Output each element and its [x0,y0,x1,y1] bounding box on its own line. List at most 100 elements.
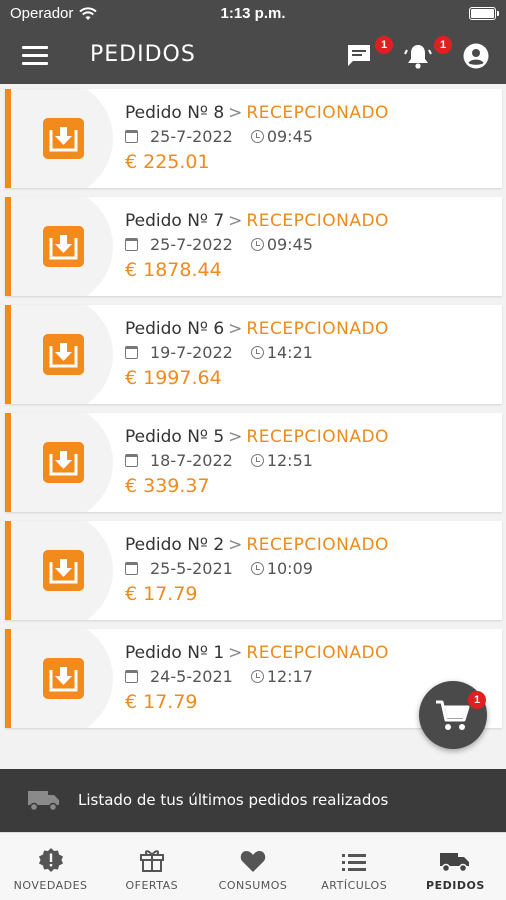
order-datetime: 24-5-2021 12:17 [125,667,313,686]
page-title: PEDIDOS [90,42,196,67]
shopping-cart-icon [436,700,470,730]
clock-icon [250,454,264,467]
calendar-icon [125,670,138,683]
alert-badge-icon [38,848,63,872]
heart-icon [240,851,266,872]
order-status: RECEPCIONADO [246,211,389,231]
order-time: 12:51 [266,451,313,470]
profile-button[interactable] [462,40,494,72]
order-label: Pedido Nº 7 [125,211,225,231]
calendar-icon [125,130,138,143]
nav-label: PEDIDOS [426,879,485,892]
inbox-download-icon [43,550,84,591]
order-datetime: 25-7-2022 09:45 [125,235,313,254]
order-amount: € 1878.44 [125,259,222,281]
cart-button[interactable]: 1 [419,681,487,749]
order-label: Pedido Nº 6 [125,319,225,339]
nav-label: ARTÍCULOS [321,879,388,892]
order-datetime: 25-5-2021 10:09 [125,559,313,578]
order-title: Pedido Nº 5 > RECEPCIONADO [125,427,389,447]
notifications-badge: 1 [434,36,452,54]
order-date: 18-7-2022 [150,451,233,470]
order-card[interactable]: Pedido Nº 7 > RECEPCIONADO 25-7-2022 09:45 … [5,197,502,296]
chevron-right-icon: > [228,535,243,555]
order-label: Pedido Nº 1 [125,643,225,663]
inbox-download-icon [43,658,84,699]
chevron-right-icon: > [228,427,243,447]
nav-ofertas[interactable]: OFERTAS [101,833,202,900]
info-text: Listado de tus últimos pedidos realizado… [78,791,389,809]
nav-articulos[interactable]: ARTÍCULOS [304,833,405,900]
clock-icon [250,346,264,359]
order-status: RECEPCIONADO [246,103,389,123]
order-status: RECEPCIONADO [246,535,389,555]
notifications-button[interactable]: 1 [403,36,452,72]
order-date: 24-5-2021 [150,667,233,686]
clock-icon [250,562,264,575]
info-bar: Listado de tus últimos pedidos realizado… [0,769,506,832]
order-time: 09:45 [266,127,313,146]
order-date: 25-7-2022 [150,235,233,254]
order-card[interactable]: Pedido Nº 6 > RECEPCIONADO 19-7-2022 14:21 … [5,305,502,404]
order-amount: € 339.37 [125,475,210,497]
nav-pedidos[interactable]: PEDIDOS [405,833,506,900]
order-datetime: 25-7-2022 09:45 [125,127,313,146]
order-date: 19-7-2022 [150,343,233,362]
calendar-icon [125,238,138,251]
chevron-right-icon: > [228,643,243,663]
order-datetime: 18-7-2022 12:51 [125,451,313,470]
status-bar: Operador 1:13 p.m. [0,0,506,28]
bell-icon [404,45,432,69]
hamburger-menu-icon[interactable] [22,46,48,66]
order-label: Pedido Nº 2 [125,535,225,555]
order-status: RECEPCIONADO [246,643,389,663]
chevron-right-icon: > [228,319,243,339]
order-time: 14:21 [266,343,313,362]
battery-icon [469,7,499,20]
messages-button[interactable]: 1 [345,36,393,72]
order-card[interactable]: Pedido Nº 2 > RECEPCIONADO 25-5-2021 10:09 … [5,521,502,620]
inbox-download-icon [43,226,84,267]
nav-label: NOVEDADES [13,879,88,892]
nav-consumos[interactable]: CONSUMOS [202,833,303,900]
messages-badge: 1 [375,36,393,54]
order-title: Pedido Nº 6 > RECEPCIONADO [125,319,389,339]
order-label: Pedido Nº 5 [125,427,225,447]
truck-icon [28,791,59,811]
order-time: 09:45 [266,235,313,254]
inbox-download-icon [43,442,84,483]
app-header: PEDIDOS 1 1 [0,28,506,84]
order-status: RECEPCIONADO [246,319,389,339]
order-amount: € 17.79 [125,691,198,713]
nav-label: OFERTAS [125,879,179,892]
order-card[interactable]: Pedido Nº 8 > RECEPCIONADO 25-7-2022 09:45 … [5,89,502,188]
chevron-right-icon: > [228,211,243,231]
calendar-icon [125,562,138,575]
order-title: Pedido Nº 2 > RECEPCIONADO [125,535,389,555]
order-amount: € 17.79 [125,583,198,605]
nav-label: CONSUMOS [218,879,288,892]
nav-novedades[interactable]: NOVEDADES [0,833,101,900]
bottom-nav: NOVEDADES OFERTAS CONSUMOS ARTÍCULOS PED… [0,832,506,900]
order-title: Pedido Nº 1 > RECEPCIONADO [125,643,389,663]
cart-badge: 1 [468,691,486,709]
order-title: Pedido Nº 7 > RECEPCIONADO [125,211,389,231]
gift-icon [139,850,164,872]
truck-icon [440,853,470,873]
list-icon [342,854,367,871]
order-time: 12:17 [266,667,313,686]
clock-icon [250,670,264,683]
clock: 1:13 p.m. [220,5,286,22]
order-title: Pedido Nº 8 > RECEPCIONADO [125,103,389,123]
order-amount: € 225.01 [125,151,210,173]
calendar-icon [125,346,138,359]
order-label: Pedido Nº 8 [125,103,225,123]
order-date: 25-5-2021 [150,559,233,578]
chat-icon [348,45,370,66]
clock-icon [250,238,264,251]
clock-icon [250,130,264,143]
account-icon [463,43,489,69]
inbox-download-icon [43,334,84,375]
order-datetime: 19-7-2022 14:21 [125,343,313,362]
order-card[interactable]: Pedido Nº 5 > RECEPCIONADO 18-7-2022 12:51 … [5,413,502,512]
